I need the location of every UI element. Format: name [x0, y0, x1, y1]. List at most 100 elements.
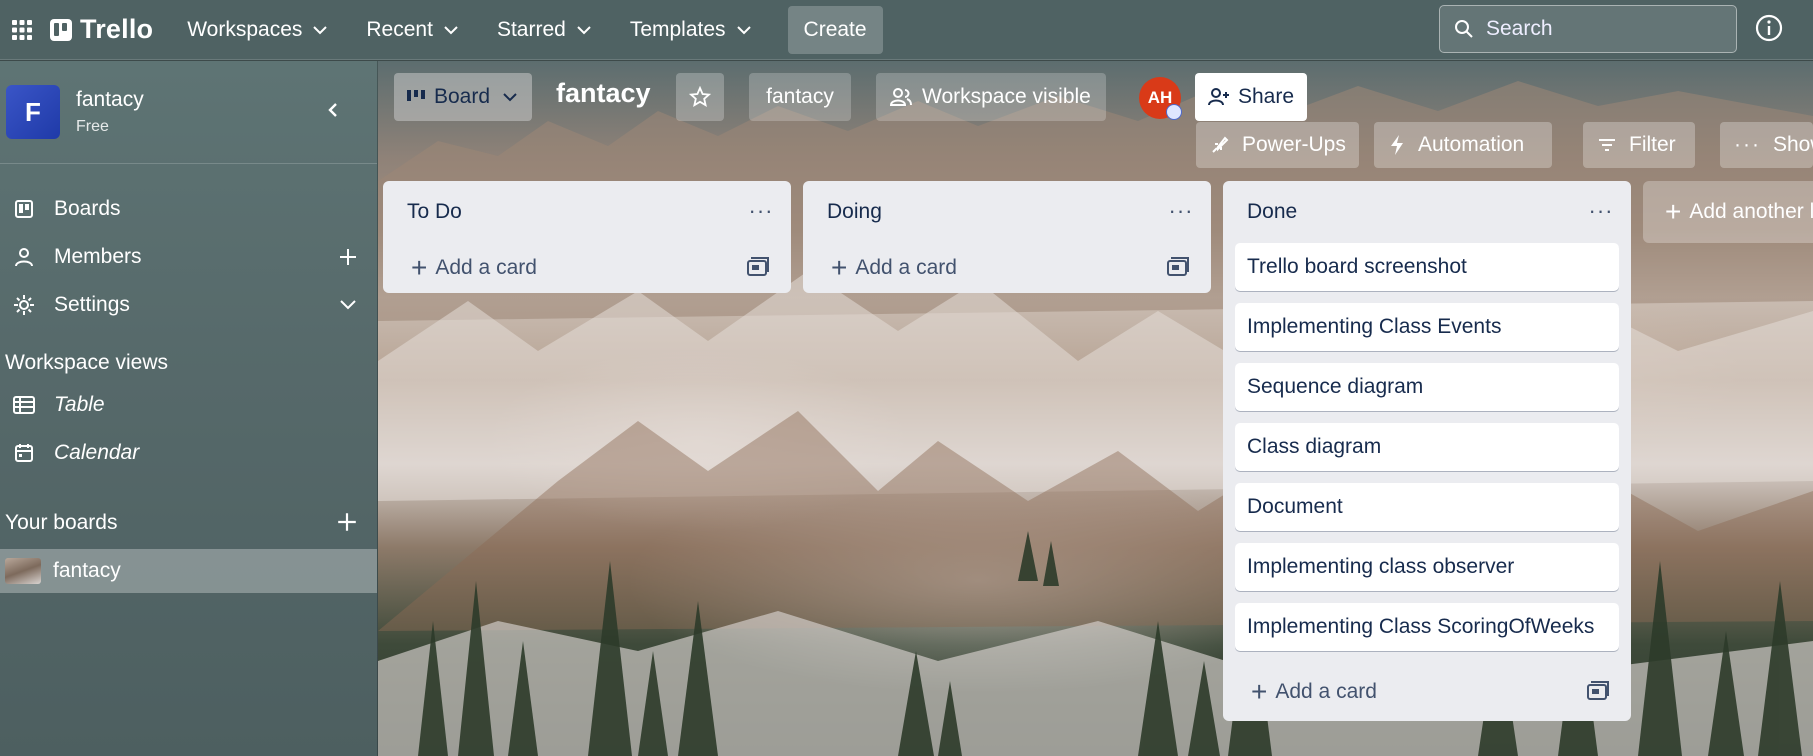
- card[interactable]: Implementing class observer: [1235, 543, 1619, 591]
- workspace-button[interactable]: fantacy: [749, 73, 851, 121]
- sidebar: F fantacy Free Boards Members Settings W…: [0, 61, 378, 756]
- show-menu-label: Show: [1772, 133, 1813, 156]
- workspace-name[interactable]: fantacy: [76, 88, 144, 112]
- add-card-button[interactable]: + Add a card: [803, 243, 1211, 293]
- add-person-icon: [1207, 88, 1229, 106]
- board-view-switcher[interactable]: Board: [394, 73, 532, 121]
- sidebar-item-label: Boards: [54, 197, 121, 220]
- card[interactable]: Implementing Class ScoringOfWeeks: [1235, 603, 1619, 651]
- list-menu-icon[interactable]: ···: [1167, 198, 1195, 223]
- add-card-button[interactable]: + Add a card: [383, 243, 791, 293]
- board-title[interactable]: fantacy: [556, 78, 651, 109]
- sidebar-item-boards[interactable]: Boards: [0, 187, 377, 231]
- app-switcher-icon[interactable]: [4, 12, 40, 48]
- share-button[interactable]: Share: [1195, 73, 1307, 121]
- add-card-label: Add a card: [855, 256, 957, 279]
- list-header[interactable]: Done ···: [1223, 181, 1631, 243]
- search-icon: [1455, 20, 1473, 38]
- sidebar-item-label: Table: [54, 393, 105, 416]
- chevron-down-icon: [444, 25, 458, 34]
- card-list: Trello board screenshot Implementing Cla…: [1223, 243, 1631, 651]
- sidebar-item-settings[interactable]: Settings: [0, 283, 377, 327]
- card[interactable]: Class diagram: [1235, 423, 1619, 471]
- workspace-avatar[interactable]: F: [6, 85, 60, 139]
- power-ups-label: Power-Ups: [1242, 133, 1346, 156]
- add-card-label: Add a card: [1275, 680, 1377, 703]
- list-doing: Doing ··· + Add a card: [803, 181, 1211, 293]
- card[interactable]: Trello board screenshot: [1235, 243, 1619, 291]
- visibility-label: Workspace visible: [922, 85, 1091, 108]
- your-boards-heading: Your boards: [5, 511, 118, 534]
- collapse-sidebar-button[interactable]: [318, 95, 348, 125]
- sidebar-item-label: Settings: [54, 293, 130, 316]
- search-input[interactable]: Search: [1439, 5, 1737, 53]
- card[interactable]: Document: [1235, 483, 1619, 531]
- create-button[interactable]: Create: [787, 5, 883, 54]
- nav-starred[interactable]: Starred: [483, 6, 606, 54]
- chevron-down-icon: [313, 25, 328, 34]
- person-icon: [12, 245, 36, 269]
- show-menu-button[interactable]: ··· Show: [1720, 122, 1813, 168]
- add-list-label: Add another list: [1689, 200, 1813, 223]
- list-header[interactable]: Doing ···: [803, 181, 1211, 243]
- sidebar-item-label: Calendar: [54, 441, 140, 464]
- filter-button[interactable]: Filter: [1583, 122, 1695, 168]
- filter-icon: [1599, 139, 1615, 151]
- list-menu-icon[interactable]: ···: [747, 198, 775, 223]
- people-icon: [890, 88, 912, 106]
- nav-workspaces-label: Workspaces: [187, 17, 303, 41]
- rocket-icon: [1212, 136, 1229, 153]
- chevron-down-icon: [503, 93, 517, 102]
- board-view-icon: [407, 90, 425, 101]
- card-template-icon[interactable]: [1167, 257, 1189, 277]
- card[interactable]: Sequence diagram: [1235, 363, 1619, 411]
- calendar-icon: [12, 441, 36, 465]
- list-title[interactable]: Done: [1247, 200, 1297, 224]
- trello-logo[interactable]: Trello: [50, 10, 153, 50]
- list-title[interactable]: To Do: [407, 200, 462, 224]
- sidebar-item-calendar[interactable]: Calendar: [0, 431, 377, 475]
- list-title[interactable]: Doing: [827, 200, 882, 224]
- nav-recent[interactable]: Recent: [352, 6, 473, 54]
- chevron-down-icon: [736, 25, 751, 34]
- add-card-label: Add a card: [435, 256, 537, 279]
- sidebar-board-fantacy[interactable]: fantacy: [0, 549, 377, 593]
- chevron-down-icon[interactable]: [336, 293, 360, 317]
- info-icon[interactable]: [1753, 12, 1785, 44]
- nav-workspaces[interactable]: Workspaces: [173, 6, 342, 54]
- card[interactable]: Implementing Class Events: [1235, 303, 1619, 351]
- list-header[interactable]: To Do ···: [383, 181, 791, 243]
- card-template-icon[interactable]: [1587, 681, 1609, 701]
- power-ups-button[interactable]: Power-Ups: [1196, 122, 1359, 168]
- chevron-left-icon: [328, 103, 337, 117]
- add-list-button[interactable]: + Add another list: [1643, 181, 1813, 243]
- list-menu-icon[interactable]: ···: [1587, 198, 1615, 223]
- card-template-icon[interactable]: [747, 257, 769, 277]
- gear-icon: [12, 293, 36, 317]
- admin-badge-icon: [1166, 104, 1182, 120]
- nav-templates[interactable]: Templates: [616, 6, 766, 54]
- trello-logo-icon: [50, 18, 72, 41]
- board-view-label: Board: [434, 85, 491, 108]
- add-member-icon[interactable]: [336, 245, 360, 269]
- workspace-views-heading: Workspace views: [5, 351, 168, 374]
- automation-label: Automation: [1418, 133, 1525, 156]
- add-board-icon[interactable]: [336, 511, 358, 538]
- add-card-button[interactable]: + Add a card: [1223, 663, 1631, 721]
- visibility-button[interactable]: Workspace visible: [876, 73, 1106, 121]
- star-board-button[interactable]: [676, 73, 724, 121]
- sidebar-item-members[interactable]: Members: [0, 235, 377, 279]
- chevron-down-icon: [577, 25, 591, 34]
- workspace-header: F fantacy Free: [0, 61, 377, 164]
- nav-recent-label: Recent: [366, 17, 433, 41]
- sidebar-item-table[interactable]: Table: [0, 383, 377, 427]
- workspace-plan: Free: [76, 118, 109, 135]
- list-done: Done ··· Trello board screenshot Impleme…: [1223, 181, 1631, 721]
- list-to-do: To Do ··· + Add a card: [383, 181, 791, 293]
- board-thumbnail: [5, 558, 41, 584]
- workspace-info: fantacy Free: [76, 88, 144, 136]
- plus-icon: +: [831, 252, 848, 283]
- automation-button[interactable]: Automation: [1374, 122, 1552, 168]
- sidebar-item-label: Members: [54, 245, 142, 268]
- filter-label: Filter: [1629, 133, 1676, 156]
